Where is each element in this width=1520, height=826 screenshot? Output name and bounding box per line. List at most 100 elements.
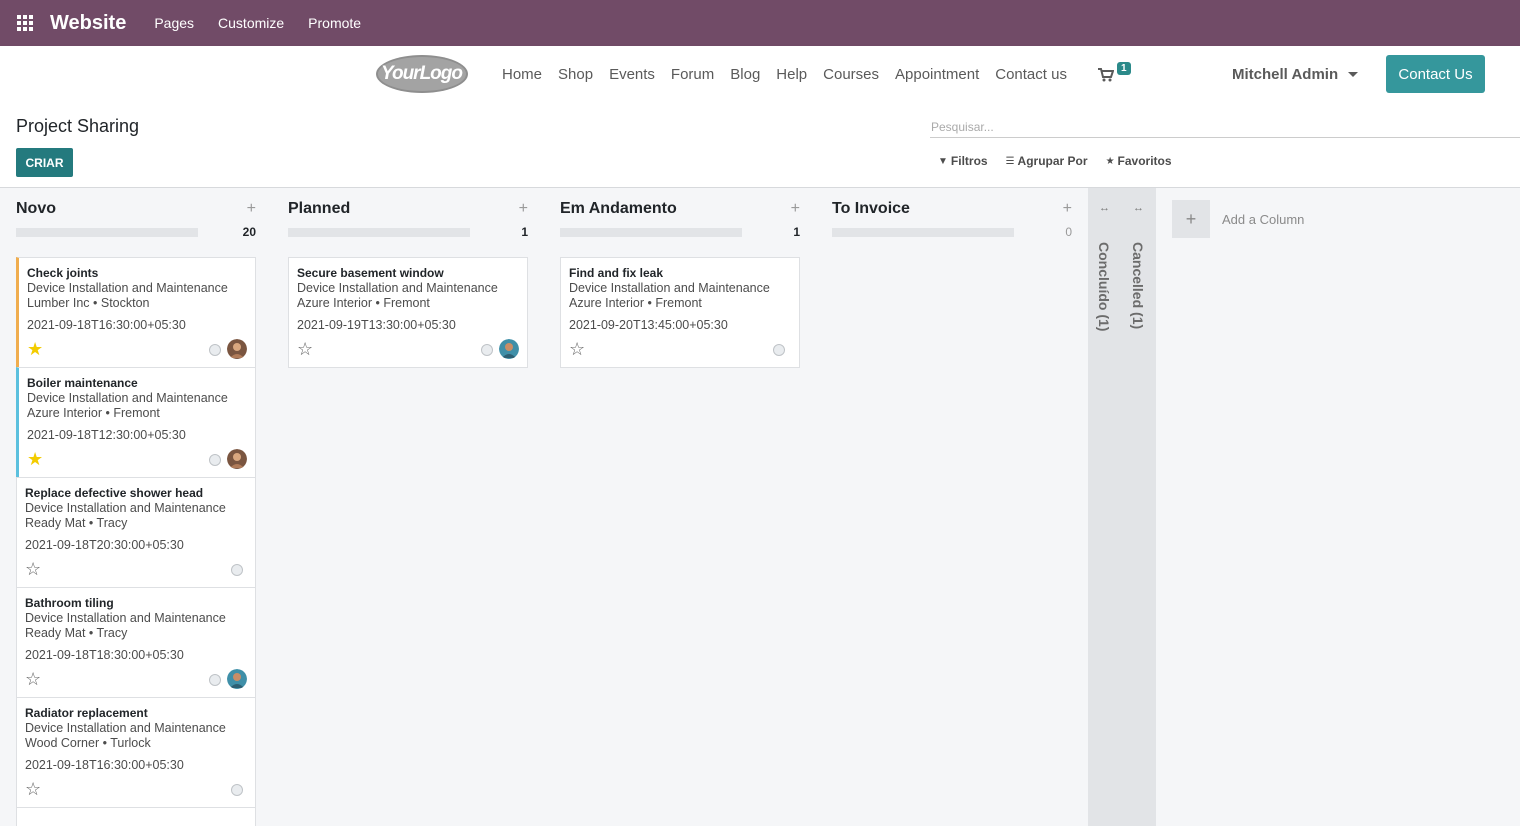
card-project: Device Installation and Maintenance	[297, 281, 498, 295]
kanban-card[interactable]: Boiler maintenance Device Installation a…	[16, 367, 256, 478]
apps-menu-icon[interactable]	[0, 0, 50, 46]
nav-events[interactable]: Events	[609, 66, 655, 83]
card-customer: Azure Interior • Fremont	[297, 296, 430, 310]
priority-star-icon[interactable]: ☆	[297, 340, 313, 358]
column-title[interactable]: To Invoice	[832, 200, 910, 218]
add-column[interactable]: + Add a Column	[1172, 200, 1304, 238]
create-button[interactable]: CRIAR	[16, 148, 73, 177]
card-project: Device Installation and Maintenance	[25, 501, 226, 515]
kanban-card[interactable]: Radiator replacement Device Installation…	[16, 697, 256, 808]
priority-star-icon[interactable]: ★	[27, 450, 43, 468]
site-logo[interactable]: YourLogo	[375, 54, 469, 94]
cart-button[interactable]: 1	[1098, 62, 1138, 86]
page-title: Project Sharing	[16, 116, 140, 136]
main-nav: Home Shop Events Forum Blog Help Courses…	[494, 46, 1075, 102]
card-customer: Lumber Inc • Stockton	[27, 296, 150, 310]
column-progress-bar[interactable]	[832, 228, 1014, 237]
column-title[interactable]: Planned	[288, 200, 350, 218]
folded-column-done[interactable]: ↔ Concluído (1)	[1088, 188, 1122, 826]
favorites-label: Favoritos	[1117, 154, 1172, 168]
menu-pages[interactable]: Pages	[154, 15, 194, 31]
column-count: 1	[521, 225, 528, 239]
quick-create-icon[interactable]: +	[247, 200, 256, 218]
assignee-avatar[interactable]	[227, 669, 247, 689]
priority-star-icon[interactable]: ☆	[25, 670, 41, 688]
chevron-down-icon	[1348, 71, 1359, 77]
folded-column-cancelled[interactable]: ↔ Cancelled (1)	[1122, 188, 1156, 826]
priority-star-icon[interactable]: ★	[27, 340, 43, 358]
nav-courses[interactable]: Courses	[823, 66, 879, 83]
kanban-state-dot[interactable]	[773, 344, 785, 356]
assignee-avatar[interactable]	[227, 449, 247, 469]
card-customer: Azure Interior • Fremont	[27, 406, 160, 420]
assignee-avatar[interactable]	[499, 339, 519, 359]
nav-contact-us[interactable]: Contact us	[995, 66, 1067, 83]
quick-create-icon[interactable]: +	[519, 200, 528, 218]
kanban-card[interactable]: Replace defective shower head Device Ins…	[16, 477, 256, 588]
card-deadline: 2021-09-18T18:30:00+05:30	[25, 648, 184, 662]
plus-icon[interactable]: +	[1172, 200, 1210, 238]
column-cards: Find and fix leak Device Installation an…	[560, 257, 800, 368]
card-title: Secure basement window	[297, 266, 444, 280]
card-title: Bathroom tiling	[25, 596, 114, 610]
kanban-card-partial[interactable]	[16, 807, 256, 826]
nav-help[interactable]: Help	[776, 66, 807, 83]
card-title: Check joints	[27, 266, 99, 280]
nav-forum[interactable]: Forum	[671, 66, 714, 83]
kanban-card[interactable]: Bathroom tiling Device Installation and …	[16, 587, 256, 698]
column-count: 0	[1065, 225, 1072, 239]
logo-text: YourLogo	[381, 63, 463, 84]
card-project: Device Installation and Maintenance	[25, 721, 226, 735]
kanban-state-dot[interactable]	[231, 784, 243, 796]
kanban-state-dot[interactable]	[481, 344, 493, 356]
search-input[interactable]	[930, 112, 1520, 138]
unfold-icon: ↔	[1099, 202, 1110, 214]
kanban-state-dot[interactable]	[209, 674, 221, 686]
control-panel: Project Sharing CRIAR ▼ Filtros ☰ Agrupa…	[0, 102, 1520, 188]
favorites-button[interactable]: ★ Favoritos	[1106, 154, 1172, 168]
priority-star-icon[interactable]: ☆	[25, 560, 41, 578]
add-column-label[interactable]: Add a Column	[1222, 212, 1304, 227]
quick-create-icon[interactable]: +	[791, 200, 800, 218]
menu-promote[interactable]: Promote	[308, 15, 361, 31]
card-deadline: 2021-09-18T12:30:00+05:30	[27, 428, 186, 442]
app-title[interactable]: Website	[50, 12, 126, 35]
card-deadline: 2021-09-18T20:30:00+05:30	[25, 538, 184, 552]
group-by-label: Agrupar Por	[1017, 154, 1088, 168]
card-deadline: 2021-09-18T16:30:00+05:30	[25, 758, 184, 772]
card-project: Device Installation and Maintenance	[27, 391, 228, 405]
card-title: Radiator replacement	[25, 706, 148, 720]
card-customer: Ready Mat • Tracy	[25, 626, 128, 640]
menu-customize[interactable]: Customize	[218, 15, 284, 31]
folded-column-label: Concluído (1)	[1096, 242, 1112, 332]
column-progress-bar[interactable]	[560, 228, 742, 237]
filter-icon: ▼	[938, 155, 948, 167]
nav-blog[interactable]: Blog	[730, 66, 760, 83]
assignee-avatar[interactable]	[227, 339, 247, 359]
column-progress-bar[interactable]	[16, 228, 198, 237]
filters-button[interactable]: ▼ Filtros	[938, 154, 988, 168]
priority-star-icon[interactable]: ☆	[569, 340, 585, 358]
kanban-state-dot[interactable]	[209, 454, 221, 466]
kanban-card[interactable]: Find and fix leak Device Installation an…	[560, 257, 800, 368]
quick-create-icon[interactable]: +	[1063, 200, 1072, 218]
kanban-state-dot[interactable]	[209, 344, 221, 356]
card-title: Boiler maintenance	[27, 376, 138, 390]
nav-appointment[interactable]: Appointment	[895, 66, 979, 83]
column-count: 1	[793, 225, 800, 239]
kanban-card[interactable]: Check joints Device Installation and Mai…	[16, 257, 256, 368]
nav-home[interactable]: Home	[502, 66, 542, 83]
user-name: Mitchell Admin	[1232, 65, 1339, 83]
kanban-card[interactable]: Secure basement window Device Installati…	[288, 257, 528, 368]
priority-star-icon[interactable]: ☆	[25, 780, 41, 798]
group-by-button[interactable]: ☰ Agrupar Por	[1006, 154, 1088, 168]
column-progress-bar[interactable]	[288, 228, 470, 237]
user-menu[interactable]: Mitchell Admin	[1232, 46, 1359, 102]
star-icon: ★	[1105, 155, 1115, 167]
nav-shop[interactable]: Shop	[558, 66, 593, 83]
card-customer: Ready Mat • Tracy	[25, 516, 128, 530]
column-title[interactable]: Em Andamento	[560, 200, 677, 218]
contact-us-button[interactable]: Contact Us	[1386, 55, 1485, 93]
kanban-state-dot[interactable]	[231, 564, 243, 576]
column-title[interactable]: Novo	[16, 200, 56, 218]
